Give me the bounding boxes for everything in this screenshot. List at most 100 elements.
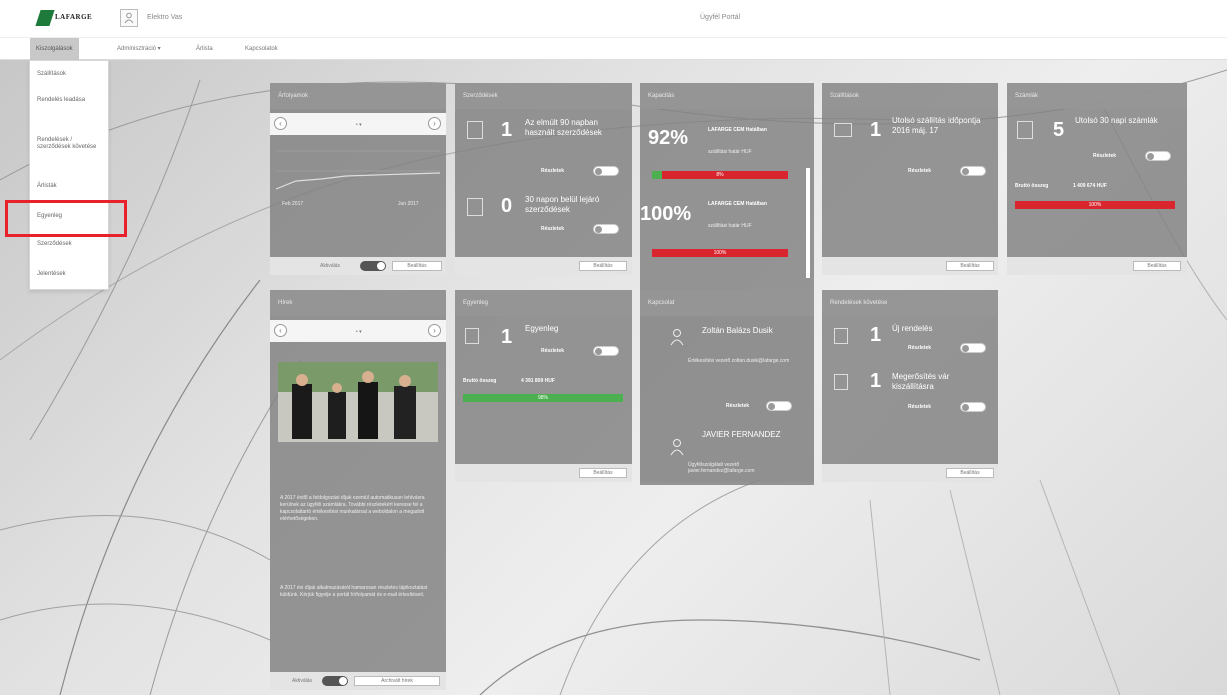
user-icon-button[interactable] <box>120 9 138 27</box>
order-icon <box>834 328 848 344</box>
details-toggle[interactable] <box>593 224 619 234</box>
chevron-right-icon[interactable]: › <box>428 324 441 337</box>
progress-fill <box>652 171 662 179</box>
progress-bar: 100% <box>652 249 788 257</box>
details-toggle[interactable] <box>593 346 619 356</box>
dropdown-item-rendeles-leadasa[interactable]: Rendelés leadása <box>37 97 103 104</box>
dropdown-item-szerzodesek[interactable]: Szerződések <box>37 241 103 248</box>
product-sub: szállítási határ HUF <box>708 223 752 229</box>
contact-name: Zoltán Balázs Dusik <box>702 326 773 335</box>
toggle-label: Aktiválás <box>320 263 341 269</box>
chevron-right-icon[interactable]: › <box>428 117 441 130</box>
calendar-icon <box>467 198 483 216</box>
user-name[interactable]: Elektro Vas <box>147 14 182 21</box>
contact-role: Értékesítési vezető zoltan.dusik@lafarge… <box>688 358 790 364</box>
count: 0 <box>501 195 513 217</box>
details-label: Részletek <box>908 168 932 174</box>
lafarge-logo[interactable]: LAFARGE <box>35 10 98 26</box>
chart-label-right: Jun 2017 <box>398 201 419 207</box>
contact-role: Ügyfélszolgálati vezető javier.fernandez… <box>688 462 755 474</box>
nav-arlista[interactable]: Árlista <box>196 38 213 60</box>
details-label: Részletek <box>726 403 750 409</box>
balance-icon <box>465 328 479 344</box>
scrollbar[interactable] <box>806 168 810 278</box>
main-nav: Kiszolgálások Adminisztráció ▾ Árlista K… <box>0 38 1227 60</box>
total-value: 1 409 674 HUF <box>1073 183 1107 189</box>
card-footer: Beállítás <box>822 464 998 482</box>
description: Egyenleg <box>525 324 559 333</box>
person-icon <box>670 329 684 346</box>
dots-indicator: • ▾ <box>356 329 362 335</box>
top-bar: LAFARGE Elektro Vas Ügyfél Portál <box>0 0 1227 38</box>
bar-label: 100% <box>713 250 727 256</box>
details-toggle[interactable] <box>1145 151 1171 161</box>
details-toggle[interactable] <box>960 402 986 412</box>
product-label: LAFARGE CEM Hatálban <box>708 127 767 133</box>
toggle-label: Aktiválás <box>292 678 313 684</box>
dropdown-item-szallitasok[interactable]: Szállítások <box>37 71 103 78</box>
details-toggle[interactable] <box>960 166 986 176</box>
card-title: Szállítások <box>822 83 998 109</box>
settings-button[interactable]: Beállítás <box>946 468 994 478</box>
confirm-doc-icon <box>834 374 848 390</box>
truck-icon <box>834 123 852 137</box>
details-label: Részletek <box>1093 153 1117 159</box>
card-kapcsolat: Kapcsolat Zoltán Balázs Dusik Értékesíté… <box>640 290 814 482</box>
activate-toggle[interactable] <box>360 261 386 271</box>
progress-bar: 98% <box>463 394 623 402</box>
card-footer: Aktiválás Archivált hírek <box>270 672 446 690</box>
chevron-left-icon[interactable]: ‹ <box>274 117 287 130</box>
nav-kiszolgalasok[interactable]: Kiszolgálások <box>30 38 79 60</box>
logo-text: LAFARGE <box>55 13 93 21</box>
count: 1 <box>870 119 882 141</box>
details-toggle[interactable] <box>766 401 792 411</box>
description: Utolsó 30 napi számlák <box>1075 116 1158 125</box>
news-photo <box>278 362 438 442</box>
chart-label-left: Feb 2017 <box>282 201 304 207</box>
bar-label: 100% <box>1088 202 1102 208</box>
settings-button[interactable]: Beállítás <box>392 261 442 271</box>
description: Megerősítés vár kiszállításra <box>892 372 950 391</box>
chart-nav-panel: ‹ • ▾ › <box>270 113 446 135</box>
settings-button[interactable]: Beállítás <box>1133 261 1181 271</box>
description: 30 napon belül lejáró szerződések <box>525 195 600 214</box>
card-rendelesek: Rendelések követése 1 Új rendelés Részle… <box>822 290 998 482</box>
people-photo-icon <box>278 362 438 442</box>
settings-button[interactable]: Beállítás <box>579 468 627 478</box>
kiszolgalasok-dropdown: Szállítások Rendelés leadása Rendelések … <box>29 60 109 290</box>
dropdown-item-jelentesek[interactable]: Jelentések <box>37 271 103 278</box>
details-label: Részletek <box>908 404 932 410</box>
percent: 92% <box>648 127 689 149</box>
nav-kapcsolatok[interactable]: Kapcsolatok <box>245 38 278 60</box>
card-footer: Beállítás <box>455 257 632 275</box>
highlight-box-egyenleg <box>5 200 127 237</box>
card-footer: Beállítás <box>455 464 632 482</box>
archived-news-button[interactable]: Archivált hírek <box>354 676 440 686</box>
details-toggle[interactable] <box>593 166 619 176</box>
logo-mark-icon <box>35 10 55 26</box>
dropdown-item-arlistak[interactable]: Árlisták <box>37 183 103 190</box>
portal-title: Ügyfél Portál <box>700 14 741 21</box>
activate-toggle[interactable] <box>322 676 348 686</box>
description: Utolsó szállítás időpontja 2016 máj. 17 <box>892 116 981 135</box>
card-title: Számlák <box>1007 83 1187 109</box>
card-title: Hírek <box>270 290 446 316</box>
count: 1 <box>870 324 882 346</box>
dropdown-item-rendelesek-kovetese[interactable]: Rendelések / szerződések követése <box>37 137 103 151</box>
nav-adminisztracio[interactable]: Adminisztráció ▾ <box>117 38 161 60</box>
card-footer: Aktiválás Beállítás <box>270 257 446 275</box>
percent: 100% <box>640 203 692 225</box>
chevron-left-icon[interactable]: ‹ <box>274 324 287 337</box>
card-title: Árfolyamok <box>270 83 446 109</box>
details-label: Részletek <box>541 348 565 354</box>
card-title: Kapcsolat <box>640 290 814 316</box>
count: 1 <box>501 326 513 348</box>
person-icon <box>670 439 684 456</box>
total-label: Bruttó összeg <box>1015 183 1049 189</box>
settings-button[interactable]: Beállítás <box>946 261 994 271</box>
card-title: Kapacitás <box>640 83 814 109</box>
settings-button[interactable]: Beállítás <box>579 261 627 271</box>
details-toggle[interactable] <box>960 343 986 353</box>
card-arfolyam: Árfolyamok ‹ • ▾ › Feb 2017 Jun 2017 Akt… <box>270 83 446 275</box>
card-hirek: Hírek ‹ • ▾ › A 2017 évtől a feldolgozás… <box>270 290 446 690</box>
